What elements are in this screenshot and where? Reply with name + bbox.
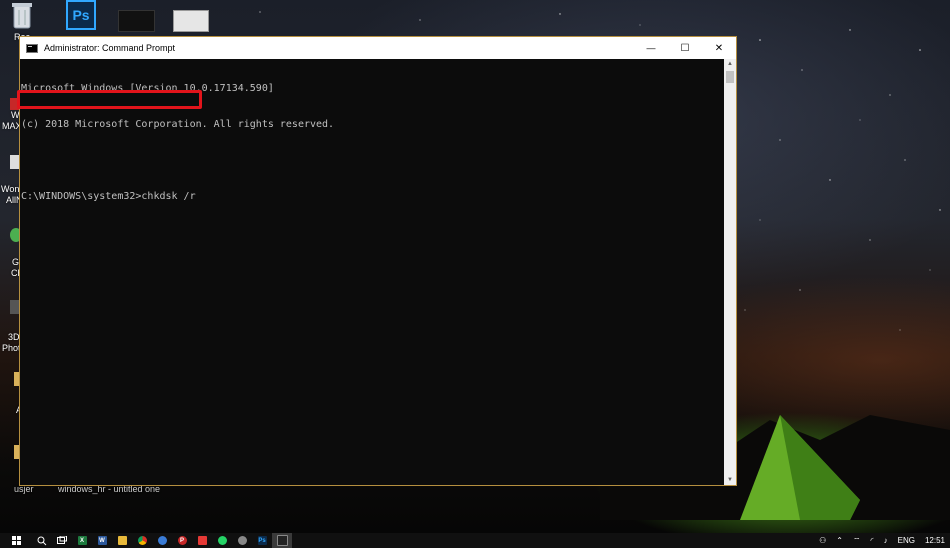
command-prompt-icon[interactable]: [272, 533, 292, 548]
whatsapp-icon[interactable]: [212, 533, 232, 548]
desktop-icon-label: Won: [1, 184, 20, 194]
camera-icon[interactable]: [232, 533, 252, 548]
excel-icon[interactable]: X: [72, 533, 92, 548]
window-title: Administrator: Command Prompt: [44, 43, 176, 53]
app-icon[interactable]: [192, 533, 212, 548]
close-icon: ✕: [714, 42, 724, 54]
console-line: (c) 2018 Microsoft Corporation. All righ…: [21, 119, 335, 130]
command-highlight-box: [17, 90, 202, 109]
windows-start-icon[interactable]: [6, 533, 26, 548]
maximize-icon: ☐: [680, 42, 690, 54]
scrollbar-thumb[interactable]: [726, 71, 734, 83]
search-icon[interactable]: [32, 533, 52, 548]
clock[interactable]: 12:51: [925, 536, 945, 545]
system-tray: ⚇ ⌃ ⌔ ◜ ♪ ENG 12:51: [814, 533, 950, 548]
wifi-icon[interactable]: ◜: [871, 536, 874, 545]
shortcut-thumbnail-icon[interactable]: [173, 10, 209, 32]
photoshop-desktop-icon[interactable]: Ps: [66, 0, 96, 30]
folder-icon[interactable]: [112, 533, 132, 548]
photoshop-icon[interactable]: Ps: [252, 533, 272, 548]
word-icon[interactable]: W: [92, 533, 112, 548]
desktop-icon-label: G: [12, 257, 20, 267]
command-prompt-icon: [26, 43, 38, 53]
language-indicator[interactable]: ENG: [898, 536, 915, 545]
volume-icon[interactable]: ♪: [884, 536, 888, 545]
taskbar: X W P Ps ⚇ ⌃ ⌔ ◜ ♪ ENG 12:51: [0, 533, 950, 548]
minimize-button[interactable]: —: [634, 37, 668, 59]
close-button[interactable]: ✕: [702, 37, 736, 59]
command-line[interactable]: C:\WINDOWS\system32>chkdsk /r: [21, 191, 724, 203]
scroll-down-icon[interactable]: ▼: [724, 475, 736, 485]
chrome-icon[interactable]: [132, 533, 152, 548]
desktop-icon-label: 3D: [8, 332, 20, 342]
title-bar[interactable]: Administrator: Command Prompt — ☐ ✕: [20, 37, 736, 59]
maximize-button[interactable]: ☐: [668, 37, 702, 59]
network-icon[interactable]: ⌔: [853, 536, 861, 546]
vertical-scrollbar[interactable]: ▲ ▼: [724, 59, 736, 485]
task-view-icon[interactable]: [52, 533, 72, 548]
desktop-icon-label: Phot: [2, 343, 21, 353]
console-output[interactable]: Microsoft Windows [Version 10.0.17134.59…: [20, 59, 724, 485]
globe-icon[interactable]: [152, 533, 172, 548]
shortcut-thumbnail-icon[interactable]: [118, 10, 155, 32]
chevron-up-icon[interactable]: ⌃: [836, 536, 843, 545]
people-icon[interactable]: ⚇: [819, 536, 826, 545]
scroll-up-icon[interactable]: ▲: [724, 59, 736, 69]
p-app-icon[interactable]: P: [172, 533, 192, 548]
minimize-icon: —: [646, 43, 656, 53]
